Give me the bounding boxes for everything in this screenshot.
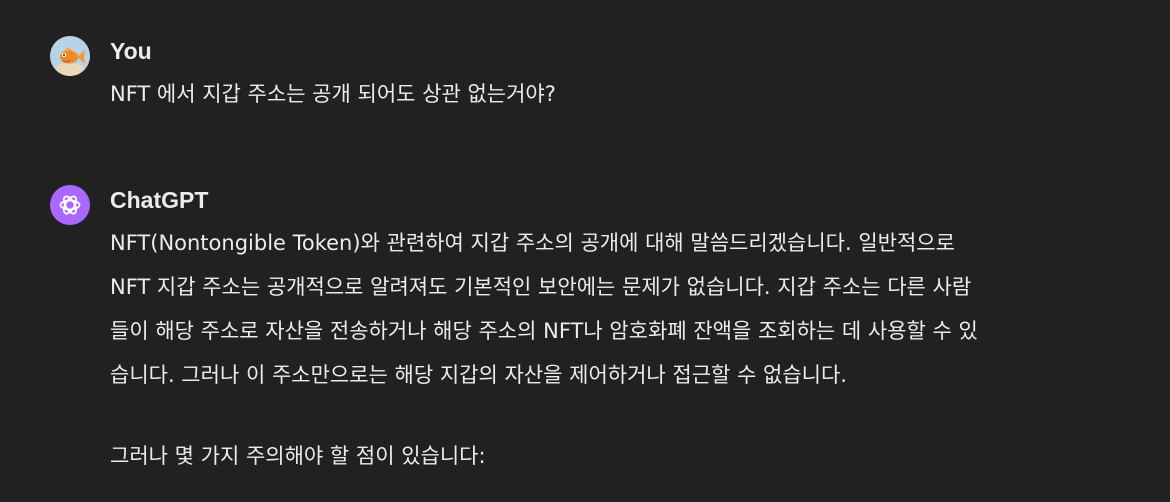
user-avatar-icon[interactable] [50, 36, 90, 76]
openai-logo-icon[interactable] [50, 185, 90, 225]
assistant-author-name: ChatGPT [110, 187, 209, 213]
answer-line: 습니다. 그러나 이 주소만으로는 해당 지갑의 자산을 제어하거나 접근할 수… [110, 363, 847, 387]
user-author-name: You [110, 38, 152, 64]
user-message-text: NFT 에서 지갑 주소는 공개 되어도 상관 없는거야? [110, 82, 556, 106]
answer-line: NFT(Nontongible Token)와 관련하여 지갑 주소의 공개에 … [110, 231, 955, 255]
answer-paragraph: 그러나 몇 가지 주의해야 할 점이 있습니다: [110, 444, 486, 468]
answer-line: 들이 해당 주소로 자산을 전송하거나 해당 주소의 NFT나 암호화폐 잔액을… [110, 319, 978, 343]
answer-line: NFT 지갑 주소는 공개적으로 알려져도 기본적인 보안에는 문제가 없습니다… [110, 275, 972, 299]
